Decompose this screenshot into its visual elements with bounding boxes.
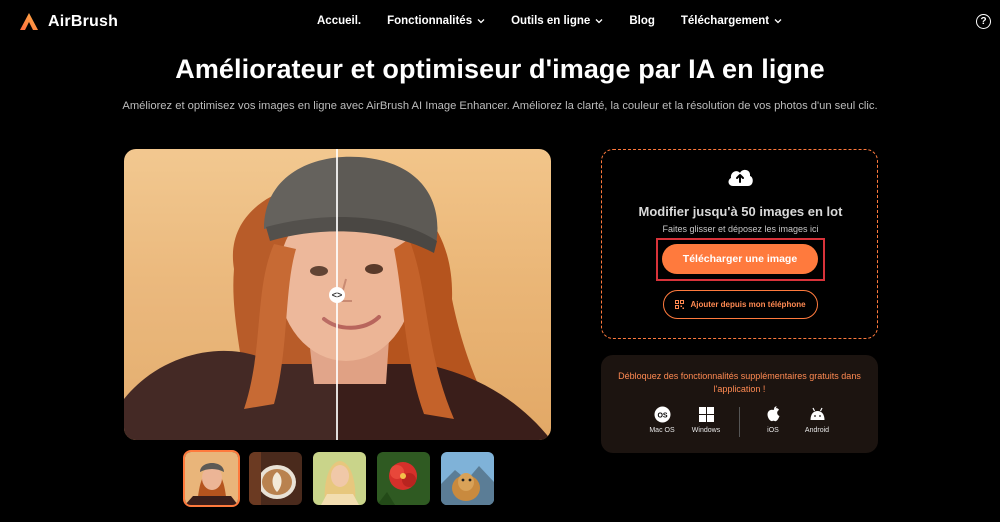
android-icon: [808, 405, 826, 423]
nav-item-blog[interactable]: Blog: [629, 15, 655, 27]
thumbnail-dog[interactable]: [441, 452, 494, 505]
sample-thumbnails: [183, 450, 494, 507]
compare-slider-handle[interactable]: <>: [329, 287, 345, 303]
nav-label: Accueil.: [317, 15, 362, 27]
upload-image-button[interactable]: Télécharger une image: [662, 244, 818, 274]
thumbnail-flower[interactable]: [377, 452, 430, 505]
platform-label: Windows: [691, 427, 721, 434]
nav-label: Téléchargement: [680, 15, 770, 27]
upload-dropzone[interactable]: Modifier jusqu'à 50 images en lot Faites…: [601, 149, 878, 339]
upload-hint: Faites glisser et déposez les images ici: [662, 224, 819, 234]
thumbnail-image: [313, 452, 366, 505]
platform-ios[interactable]: iOS: [751, 405, 795, 437]
add-from-phone-button[interactable]: Ajouter depuis mon téléphone: [663, 290, 818, 319]
platform-label: iOS: [767, 427, 779, 434]
platform-label: Android: [804, 427, 830, 434]
platform-divider: [739, 407, 740, 437]
macos-icon: OS: [653, 405, 671, 423]
upload-title: Modifier jusqu'à 50 images en lot: [638, 204, 843, 219]
main-menu: Accueil. Fonctionnalités Outils en ligne…: [317, 15, 808, 27]
brand-logo[interactable]: AirBrush: [18, 11, 118, 33]
platform-windows[interactable]: Windows: [684, 405, 728, 437]
airbrush-logo-icon: [20, 13, 38, 30]
add-from-phone-label: Ajouter depuis mon téléphone: [690, 300, 806, 309]
thumbnail-blonde-woman[interactable]: [313, 452, 366, 505]
thumbnail-image: [249, 452, 302, 505]
nav-item-accueil[interactable]: Accueil.: [317, 15, 361, 27]
thumbnail-image: [377, 452, 430, 505]
nav-item-fonctionnalites[interactable]: Fonctionnalités: [387, 15, 485, 27]
chevron-down-icon: [477, 19, 485, 24]
help-icon[interactable]: ?: [976, 14, 991, 29]
brand-name: AirBrush: [48, 13, 119, 30]
platform-macos[interactable]: OS Mac OS: [640, 405, 684, 437]
chevron-down-icon: [595, 19, 603, 24]
apple-icon: [764, 405, 782, 423]
thumbnail-image: [185, 452, 238, 505]
thumbnail-coffee[interactable]: [249, 452, 302, 505]
page-subtitle: Améliorez et optimisez vos images en lig…: [122, 100, 878, 112]
page-title: Améliorateur et optimiseur d'image par I…: [175, 54, 825, 84]
nav-label: Blog: [629, 15, 655, 27]
qr-code-icon: [675, 300, 685, 309]
top-nav: AirBrush Accueil. Fonctionnalités Outils…: [0, 0, 1000, 44]
platform-list: OS Mac OS Windows iOS Android: [601, 405, 878, 437]
thumbnail-image: [441, 452, 494, 505]
thumbnail-portrait[interactable]: [183, 450, 240, 507]
app-promo-box: Débloquez des fonctionnalités supplément…: [601, 355, 878, 453]
nav-label: Fonctionnalités: [387, 15, 473, 27]
app-promo-message: Débloquez des fonctionnalités supplément…: [618, 371, 861, 394]
nav-item-telechargement[interactable]: Téléchargement: [681, 15, 782, 27]
nav-label: Outils en ligne: [511, 15, 591, 27]
chevron-down-icon: [774, 19, 782, 24]
nav-item-outils[interactable]: Outils en ligne: [511, 15, 603, 27]
svg-text:OS: OS: [657, 412, 667, 419]
cloud-upload-icon: [728, 169, 753, 186]
platform-android[interactable]: Android: [795, 405, 839, 437]
platform-label: Mac OS: [649, 427, 675, 434]
windows-icon: [697, 405, 715, 423]
before-after-image[interactable]: <>: [124, 149, 551, 440]
